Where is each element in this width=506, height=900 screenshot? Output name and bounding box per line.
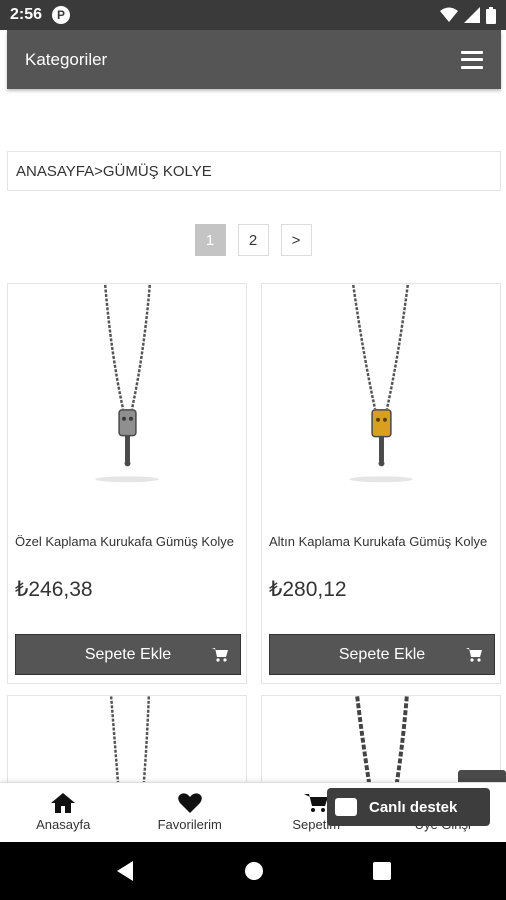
product-name[interactable]: Özel Kaplama Kurukafa Gümüş Kolye — [15, 534, 234, 549]
battery-icon — [486, 6, 496, 24]
back-icon[interactable] — [115, 861, 135, 881]
nav-favorites-label: Favorilerim — [157, 817, 222, 832]
nav-favorites[interactable]: Favorilerim — [127, 783, 254, 842]
product-image[interactable] — [8, 696, 246, 796]
cart-icon — [466, 648, 482, 662]
breadcrumb-text[interactable]: ANASAYFA>GÜMÜŞ KOLYE — [16, 163, 212, 180]
nav-home[interactable]: Anasayfa — [0, 783, 127, 842]
status-icons — [440, 6, 496, 24]
breadcrumb: ANASAYFA>GÜMÜŞ KOLYE — [7, 151, 501, 191]
status-bar: 2:56 P — [0, 0, 506, 30]
pagination: 1 2 > — [0, 224, 506, 256]
recents-icon[interactable] — [373, 862, 392, 880]
system-navigation-bar — [0, 842, 506, 900]
app-bar: Kategoriler — [7, 30, 501, 89]
status-time: 2:56 — [10, 6, 43, 23]
product-price: ₺246,38 — [15, 578, 93, 601]
home-button-icon[interactable] — [244, 861, 264, 881]
app-notification-icon: P — [52, 6, 71, 24]
add-to-cart-button[interactable]: Sepete Ekle — [269, 634, 495, 675]
next-page-button[interactable]: > — [280, 224, 312, 256]
home-icon — [51, 793, 76, 813]
product-card[interactable] — [7, 695, 247, 796]
product-name[interactable]: Altın Kaplama Kurukafa Gümüş Kolye — [269, 534, 487, 549]
add-to-cart-button[interactable]: Sepete Ekle — [15, 634, 241, 675]
product-card[interactable]: Özel Kaplama Kurukafa Gümüş Kolye ₺246,3… — [7, 283, 247, 684]
hamburger-icon[interactable] — [461, 50, 483, 69]
chat-bubble-icon — [335, 798, 357, 816]
live-chat-button[interactable]: Canlı destek — [327, 788, 490, 826]
add-to-cart-label: Sepete Ekle — [84, 645, 172, 663]
product-card[interactable]: Altın Kaplama Kurukafa Gümüş Kolye ₺280,… — [261, 283, 501, 684]
product-price: ₺280,12 — [269, 578, 347, 601]
nav-home-label: Anasayfa — [36, 817, 91, 832]
product-image[interactable] — [8, 284, 246, 504]
heart-icon — [177, 793, 202, 813]
page-2-button[interactable]: 2 — [237, 224, 269, 256]
wifi-icon — [440, 7, 458, 22]
cart-icon — [304, 794, 329, 812]
cart-icon — [212, 648, 228, 662]
app-bar-title: Kategoriler — [25, 49, 108, 69]
product-image[interactable] — [262, 284, 500, 504]
signal-icon — [464, 7, 480, 23]
page-1-button[interactable]: 1 — [194, 224, 226, 256]
add-to-cart-label: Sepete Ekle — [338, 645, 426, 663]
live-chat-label: Canlı destek — [369, 798, 458, 816]
